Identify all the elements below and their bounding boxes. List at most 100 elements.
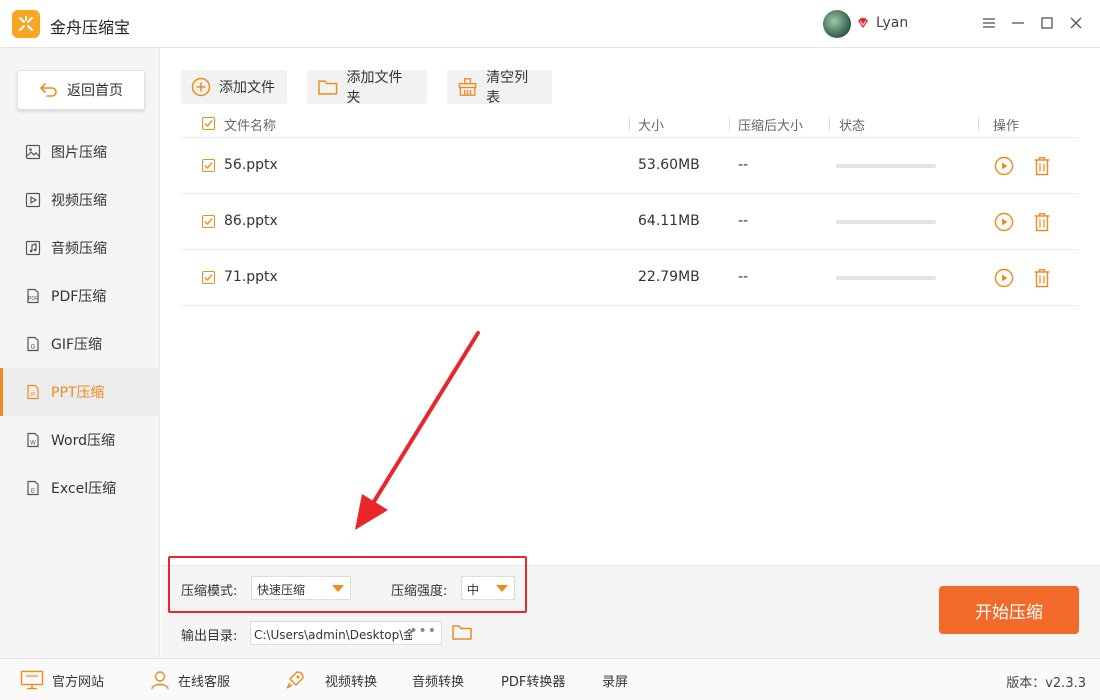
- audio-icon: [24, 239, 42, 257]
- header-compressed-size[interactable]: 压缩后大小: [738, 115, 803, 134]
- official-website-link[interactable]: 官方网站: [20, 659, 104, 700]
- trash-icon[interactable]: [1031, 267, 1053, 289]
- browse-more-button[interactable]: •••: [409, 623, 437, 639]
- official-website-label: 官方网站: [52, 674, 105, 690]
- compressed-size: --: [738, 269, 749, 285]
- monitor-icon: [20, 670, 44, 690]
- sidebar-item-audio[interactable]: 音频压缩: [0, 224, 160, 272]
- svg-text:G: G: [31, 345, 36, 351]
- minimize-icon[interactable]: [1007, 12, 1029, 34]
- play-icon[interactable]: [993, 211, 1015, 233]
- file-name: 56.pptx: [224, 157, 278, 173]
- broom-icon: [458, 78, 477, 96]
- file-size: 22.79MB: [638, 269, 700, 285]
- row-checkbox[interactable]: [202, 215, 215, 228]
- video-icon: [24, 191, 42, 209]
- sidebar-item-ppt[interactable]: P PPT压缩: [0, 368, 160, 416]
- select-all-checkbox[interactable]: [202, 117, 215, 130]
- table-row: 86.pptx 64.11MB --: [181, 194, 1079, 250]
- sidebar-item-label: 视频压缩: [51, 193, 107, 209]
- sidebar-item-label: 音频压缩: [51, 241, 107, 257]
- menu-icon[interactable]: [978, 12, 1000, 34]
- footer-link-audio-convert[interactable]: 音频转换: [412, 659, 464, 700]
- maximize-icon[interactable]: [1036, 12, 1058, 34]
- excel-icon: E: [24, 479, 42, 497]
- svg-text:P: P: [31, 393, 35, 399]
- footer-link-video-convert[interactable]: 视频转换: [325, 659, 377, 700]
- file-name: 71.pptx: [224, 269, 278, 285]
- pdf-icon: PDF: [24, 287, 42, 305]
- footer-link-label: 录屏: [602, 674, 629, 690]
- sidebar-item-label: PDF压缩: [51, 289, 107, 305]
- person-icon: [151, 671, 169, 690]
- footer-link-pdf-converter[interactable]: PDF转换器: [501, 659, 565, 700]
- avatar[interactable]: [823, 10, 851, 38]
- file-size: 64.11MB: [638, 213, 700, 229]
- word-icon: W: [24, 431, 42, 449]
- footer: 官方网站 在线客服 视频转换 音频转换 PDF转换器 录屏 版本：v2.3.3: [0, 658, 1100, 700]
- header-status: 状态: [839, 119, 866, 134]
- compressed-size: --: [738, 157, 749, 173]
- compressed-size: --: [738, 213, 749, 229]
- trash-icon[interactable]: [1031, 155, 1053, 177]
- sidebar-item-video[interactable]: 视频压缩: [0, 176, 160, 224]
- sidebar-item-image[interactable]: 图片压缩: [0, 128, 160, 176]
- online-support-label: 在线客服: [178, 674, 231, 690]
- add-file-button[interactable]: 添加文件: [181, 70, 287, 104]
- file-name: 86.pptx: [224, 213, 278, 229]
- clear-list-button[interactable]: 清空列表: [447, 70, 552, 106]
- sidebar-item-label: GIF压缩: [51, 337, 103, 353]
- svg-text:PDF: PDF: [28, 296, 38, 302]
- add-file-label: 添加文件: [219, 80, 275, 96]
- footer-link-screen-record[interactable]: 录屏: [602, 659, 628, 700]
- output-dir-input[interactable]: C:\Users\admin\Desktop\金舟压缩宝 •••: [250, 621, 442, 645]
- sidebar-item-label: 图片压缩: [51, 145, 107, 161]
- sidebar-item-word[interactable]: W Word压缩: [0, 416, 160, 464]
- sidebar-item-excel[interactable]: E Excel压缩: [0, 464, 160, 512]
- version-text: 版本：v2.3.3: [1006, 676, 1086, 691]
- status-progress-bar: [836, 276, 936, 280]
- status-progress-bar: [836, 220, 936, 224]
- online-support-link[interactable]: 在线客服: [150, 659, 230, 700]
- sidebar-item-label: Word压缩: [51, 433, 115, 449]
- table-header: 文件名称 大小 压缩后大小 状态 操作: [181, 110, 1079, 138]
- back-home-label: 返回首页: [67, 83, 123, 99]
- trash-icon[interactable]: [1031, 211, 1053, 233]
- app-logo-icon: [12, 10, 40, 38]
- title-bar: 金舟压缩宝 Lyan: [0, 0, 1100, 48]
- header-size[interactable]: 大小: [638, 115, 664, 134]
- output-dir-label: 输出目录:: [181, 629, 238, 644]
- play-icon[interactable]: [993, 155, 1015, 177]
- sidebar-item-gif[interactable]: G GIF压缩: [0, 320, 160, 368]
- start-compress-button[interactable]: 开始压缩: [939, 586, 1079, 634]
- folder-icon: [318, 80, 338, 95]
- sidebar-item-label: Excel压缩: [51, 481, 117, 497]
- row-checkbox[interactable]: [202, 159, 215, 172]
- back-arrow-icon: [40, 83, 57, 97]
- footer-link-label: 音频转换: [412, 674, 465, 690]
- ppt-icon: P: [24, 383, 42, 401]
- clear-list-label: 清空列表: [486, 70, 529, 106]
- header-actions: 操作: [993, 119, 1020, 134]
- add-circle-icon: [191, 77, 211, 97]
- app-title: 金舟压缩宝: [50, 18, 131, 37]
- svg-text:W: W: [30, 441, 36, 447]
- sidebar-item-label: PPT压缩: [51, 385, 105, 401]
- table-row: 56.pptx 53.60MB --: [181, 138, 1079, 194]
- row-checkbox[interactable]: [202, 271, 215, 284]
- header-file-name[interactable]: 文件名称: [224, 115, 276, 134]
- close-icon[interactable]: [1065, 12, 1087, 34]
- username[interactable]: Lyan: [876, 15, 908, 31]
- highlight-box: [168, 556, 527, 613]
- vip-diamond-icon: [858, 18, 868, 28]
- table-row: 71.pptx 22.79MB --: [181, 250, 1079, 306]
- status-progress-bar: [836, 164, 936, 168]
- add-folder-button[interactable]: 添加文件夹: [307, 70, 427, 106]
- sidebar-item-pdf[interactable]: PDF PDF压缩: [0, 272, 160, 320]
- footer-link-label: 视频转换: [325, 674, 378, 690]
- open-folder-icon[interactable]: [451, 622, 473, 642]
- footer-link-label: PDF转换器: [501, 674, 566, 690]
- play-icon[interactable]: [993, 267, 1015, 289]
- output-dir-path: C:\Users\admin\Desktop\金舟压缩宝: [254, 628, 412, 642]
- back-home-button[interactable]: 返回首页: [17, 70, 145, 110]
